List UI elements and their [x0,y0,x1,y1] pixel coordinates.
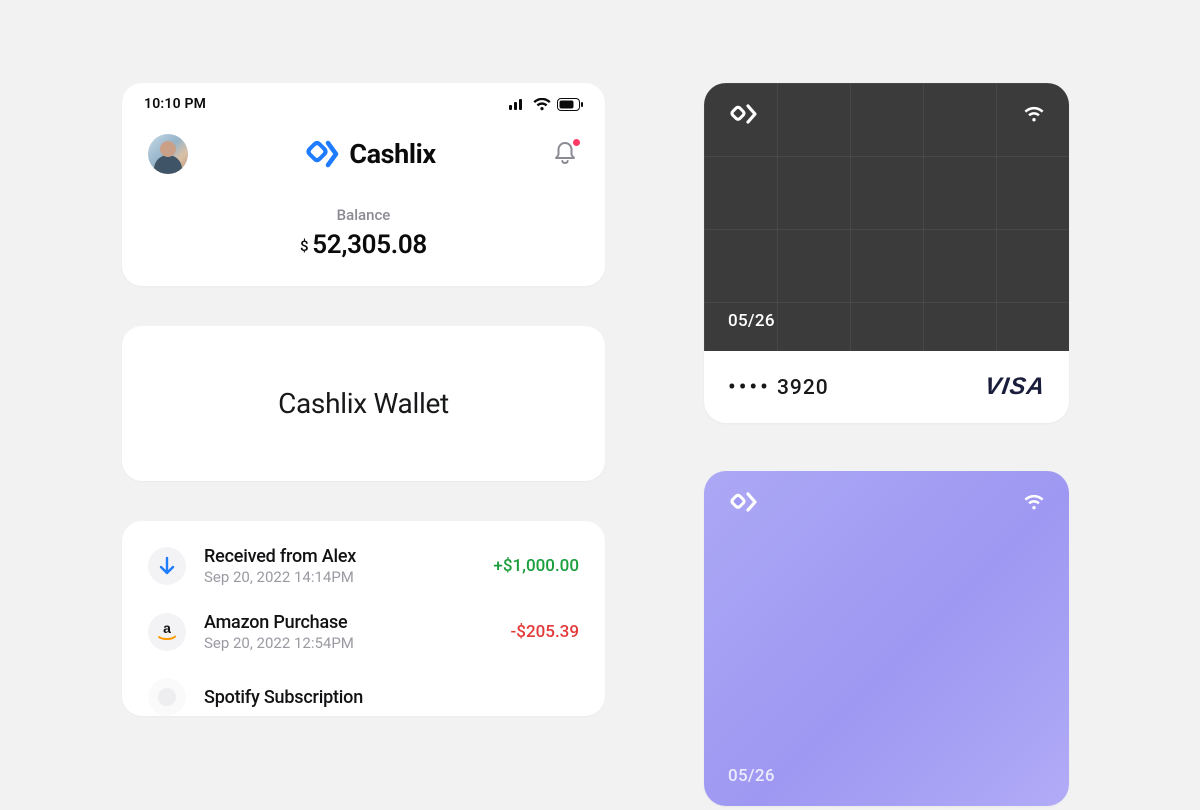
wifi-icon [533,98,551,111]
brand-name: Cashlix [349,138,435,170]
transaction-amount: +$1,000.00 [493,556,579,576]
status-icons [509,98,583,111]
wallet-title-card[interactable]: Cashlix Wallet [122,326,605,481]
card-brand-icon [728,491,758,513]
status-time: 10:10 PM [144,96,206,112]
transactions-card: Received from Alex Sep 20, 2022 14:14PM … [122,521,605,716]
card-expiry: 05/26 [728,311,1045,331]
status-bar: 10:10 PM [122,83,605,118]
amazon-icon: a [148,613,186,651]
transaction-date: Sep 20, 2022 12:54PM [204,634,493,652]
transaction-title: Received from Alex [204,546,475,567]
transaction-title: Spotify Subscription [204,687,579,708]
contactless-icon [1023,105,1045,123]
transaction-amount: -$205.39 [511,622,579,642]
battery-icon [557,98,583,111]
arrow-down-icon [148,547,186,585]
payment-card[interactable]: 05/26 •••• 3920 VISA [704,83,1069,423]
payment-card[interactable]: 05/26 [704,471,1069,806]
spotify-icon [148,678,186,716]
wallet-title: Cashlix Wallet [278,387,449,420]
card-last4: 3920 [777,376,829,400]
notifications-button[interactable] [551,140,579,168]
notification-dot [571,137,582,148]
brand: Cashlix [303,138,435,170]
balance-amount: $52,305.08 [122,230,605,260]
card-brand-icon [728,103,758,125]
balance-block: Balance $52,305.08 [122,184,605,260]
transaction-title: Amazon Purchase [204,612,493,633]
avatar[interactable] [148,134,188,174]
transaction-row[interactable]: a Amazon Purchase Sep 20, 2022 12:54PM -… [148,599,579,665]
card-number: •••• 3920 [728,375,829,400]
currency-symbol: $ [300,237,308,255]
transaction-row[interactable]: Spotify Subscription [148,665,579,716]
card-expiry: 05/26 [728,766,1045,786]
balance-value: 52,305.08 [312,230,427,260]
balance-label: Balance [122,206,605,224]
card-mask-dots: •••• [728,375,771,400]
card-network-visa: VISA [983,373,1047,401]
transaction-row[interactable]: Received from Alex Sep 20, 2022 14:14PM … [148,533,579,599]
brand-logo-icon [303,139,339,169]
contactless-icon [1023,493,1045,511]
app-header-card: 10:10 PM [122,83,605,286]
svg-text:a: a [163,622,171,636]
cellular-icon [509,98,527,110]
transaction-date: Sep 20, 2022 14:14PM [204,568,475,586]
